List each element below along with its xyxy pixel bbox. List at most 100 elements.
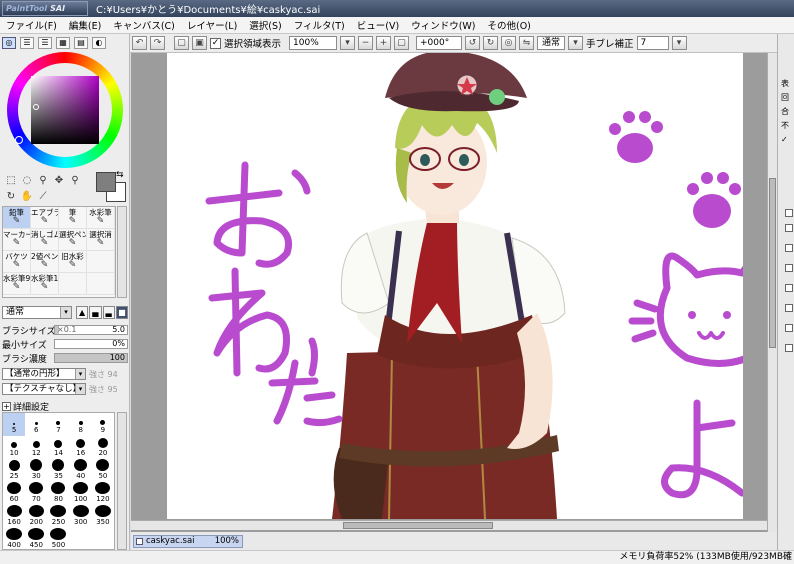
tools-scrollbar[interactable] (117, 206, 127, 298)
brush-size-80[interactable]: 80 (47, 482, 69, 505)
brush-size-160[interactable]: 160 (3, 505, 25, 528)
undo-button[interactable]: ↶ (132, 36, 147, 50)
layer-toggle-6[interactable] (785, 324, 793, 332)
tool-2[interactable]: 筆 ✎ (59, 207, 87, 229)
palette-tab[interactable]: ◐ (92, 37, 106, 49)
file-tab-caskyac[interactable]: caskyac.sai 100% (133, 535, 243, 548)
brush-size-slider[interactable]: ×0.1 5.0 (54, 325, 128, 335)
zoom-out-button[interactable]: − (358, 36, 374, 50)
invert-selection-button[interactable]: ▣ (192, 36, 207, 50)
menu-item-2[interactable]: キャンバス(C) (107, 18, 181, 32)
rotation-field[interactable]: +000° (416, 36, 463, 50)
layer-toggle-1[interactable] (785, 224, 793, 232)
brush-size-20[interactable]: 20 (92, 436, 114, 459)
brush-size-35[interactable]: 35 (47, 459, 69, 482)
brush-size-450[interactable]: 450 (25, 528, 47, 551)
deselect-button[interactable]: ▢ (174, 36, 189, 50)
zoom-icon[interactable]: ⚲ (68, 174, 82, 188)
tool-10[interactable]: 旧水彩 ✎ (59, 251, 87, 273)
layer-toggle-3[interactable] (785, 264, 793, 272)
density-slider[interactable]: 100 (54, 353, 128, 363)
blend-mode-select[interactable]: 通常 ▾ (2, 306, 72, 319)
sv-marker[interactable] (33, 104, 39, 110)
redo-button[interactable]: ↷ (150, 36, 165, 50)
brush-size-120[interactable]: 120 (92, 482, 114, 505)
lasso-icon[interactable]: ◌ (20, 174, 34, 188)
saturation-value-square[interactable] (31, 76, 99, 144)
tool-12[interactable]: 水彩筆9番✎ (3, 273, 31, 295)
brush-size-10[interactable]: 10 (3, 436, 25, 459)
scratchpad-tab[interactable]: ▤ (74, 37, 88, 49)
drawing-canvas[interactable] (167, 53, 743, 519)
brush-size-16[interactable]: 16 (70, 436, 92, 459)
menu-item-5[interactable]: フィルタ(T) (288, 18, 351, 32)
eyedropper-icon[interactable]: ⟋ (36, 190, 50, 204)
brush-size-250[interactable]: 250 (47, 505, 69, 528)
swap-colors-icon[interactable]: ⇆ (116, 170, 124, 180)
primary-color[interactable] (96, 172, 116, 192)
zoom-reset-button[interactable]: ▢ (394, 36, 410, 50)
brush-size-6[interactable]: 6 (25, 413, 47, 436)
brush-size-5[interactable]: 5 (3, 413, 26, 436)
brush-shape-select[interactable]: 【通常の円形】 ▾ (2, 368, 86, 380)
zoom-dropdown-button[interactable]: ▾ (340, 36, 356, 50)
brush-size-8[interactable]: 8 (70, 413, 92, 436)
menu-item-1[interactable]: 編集(E) (63, 18, 107, 32)
tool-9[interactable]: 2値ペン ✎ (31, 251, 59, 273)
right-panel-item-1[interactable]: 回 (781, 93, 794, 103)
brush-size-70[interactable]: 70 (25, 482, 47, 505)
brush-grid-scrollbar[interactable] (117, 412, 127, 550)
rotate-left-button[interactable]: ↺ (465, 36, 481, 50)
hand-icon[interactable]: ✋ (20, 190, 34, 204)
swatches-tab[interactable]: ▦ (56, 37, 70, 49)
canvas-horizontal-scrollbar[interactable] (131, 520, 767, 530)
brush-size-14[interactable]: 14 (47, 436, 69, 459)
edge-shape-2[interactable]: ▃ (102, 306, 115, 319)
edge-shape-3[interactable]: ■ (115, 306, 128, 319)
tool-6[interactable]: 選択ペン ✎ (59, 229, 87, 251)
move-icon[interactable]: ✥ (52, 174, 66, 188)
tool-3[interactable]: 水彩筆 ✎ (87, 207, 115, 229)
brush-size-100[interactable]: 100 (70, 482, 92, 505)
flip-button[interactable]: ⇋ (519, 36, 535, 50)
brush-size-7[interactable]: 7 (47, 413, 69, 436)
brush-size-400[interactable]: 400 (3, 528, 25, 551)
brush-size-30[interactable]: 30 (25, 459, 47, 482)
display-mode-button[interactable]: 通常 (537, 36, 566, 50)
brush-size-350[interactable]: 350 (92, 505, 114, 528)
tool-8[interactable]: バケツ ✎ (3, 251, 31, 273)
hue-marker[interactable] (15, 136, 23, 144)
zoom-in-button[interactable]: + (376, 36, 392, 50)
stabilizer-dropdown-button[interactable]: ▾ (671, 36, 687, 50)
layer-toggle-0[interactable] (785, 209, 793, 217)
rgb-slider-tab[interactable]: ☰ (20, 37, 34, 49)
color-wheel-tab[interactable]: ◎ (2, 37, 16, 49)
tool-7[interactable]: 選択消 ✎ (87, 229, 115, 251)
layer-toggle-7[interactable] (785, 344, 793, 352)
brush-size-50[interactable]: 50 (92, 459, 114, 482)
menu-item-6[interactable]: ビュー(V) (351, 18, 405, 32)
menu-item-7[interactable]: ウィンドウ(W) (405, 18, 481, 32)
zoom-select[interactable]: 100% (289, 36, 338, 50)
layer-toggle-4[interactable] (785, 284, 793, 292)
rotate-icon[interactable]: ↻ (4, 190, 18, 204)
tool-5[interactable]: 消しゴム ✎ (31, 229, 59, 251)
menu-item-3[interactable]: レイヤー(L) (181, 18, 243, 32)
magic-wand-icon[interactable]: ⚲ (36, 174, 50, 188)
selection-visible-checkbox[interactable]: ✓ (210, 37, 221, 49)
brush-size-40[interactable]: 40 (70, 459, 92, 482)
menu-item-4[interactable]: 選択(S) (243, 18, 287, 32)
right-panel-item-4[interactable]: ✓ (781, 135, 794, 145)
brush-size-12[interactable]: 12 (25, 436, 47, 459)
mode-dropdown-button[interactable]: ▾ (568, 36, 584, 50)
canvas-vertical-scrollbar[interactable] (767, 53, 777, 532)
hsv-slider-tab[interactable]: ☰ (38, 37, 52, 49)
tool-1[interactable]: エアブラシ✎ (31, 207, 59, 229)
edge-shape-1[interactable]: ▄ (89, 306, 102, 319)
vertical-scroll-thumb[interactable] (769, 178, 776, 348)
brush-size-500[interactable]: 500 (47, 528, 69, 551)
horizontal-scroll-thumb[interactable] (343, 522, 493, 529)
edge-shape-0[interactable]: ▲ (76, 306, 89, 319)
brush-size-25[interactable]: 25 (3, 459, 25, 482)
menu-item-8[interactable]: その他(O) (482, 18, 537, 32)
